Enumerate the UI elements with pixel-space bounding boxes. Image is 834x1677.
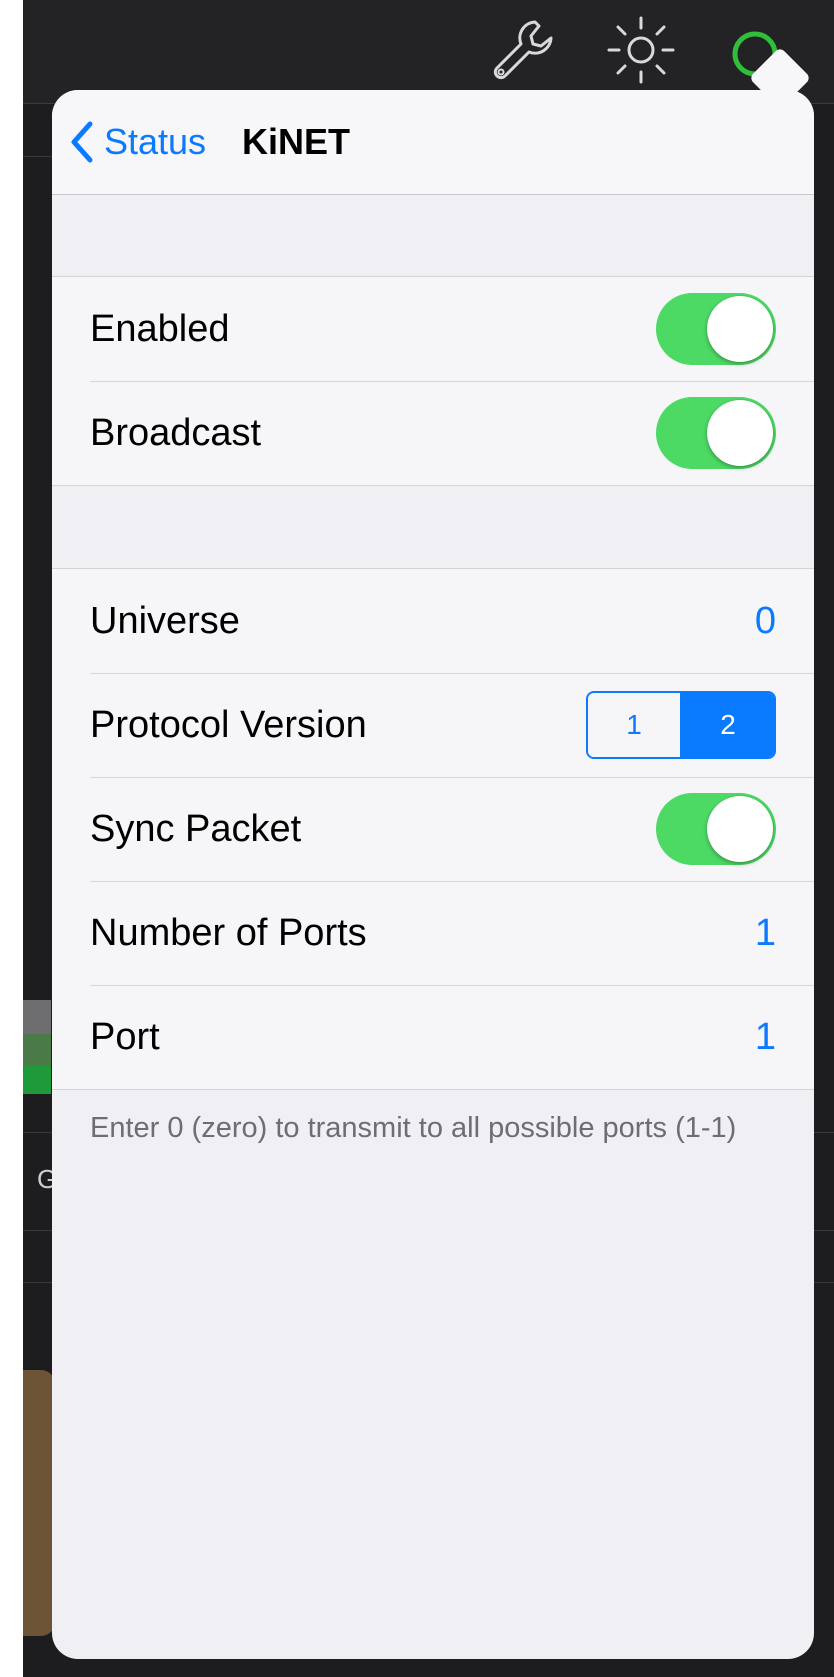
setting-row-enabled: Enabled (52, 277, 814, 381)
back-button-label: Status (104, 121, 207, 162)
setting-row-port[interactable]: Port 1 (52, 985, 814, 1089)
broadcast-label: Broadcast (90, 411, 262, 454)
chevron-left-icon (71, 121, 93, 163)
settings-section-general: Enabled Broadcast (52, 276, 814, 486)
sync-packet-toggle[interactable] (656, 793, 776, 865)
toggle-knob (707, 400, 773, 466)
broadcast-toggle[interactable] (656, 397, 776, 469)
wrench-icon[interactable] (483, 8, 567, 92)
universe-value[interactable]: 0 (755, 600, 776, 643)
number-of-ports-label: Number of Ports (90, 911, 367, 954)
background-level-meter (23, 1034, 51, 1066)
port-label: Port (90, 1015, 160, 1058)
protocol-version-label: Protocol Version (90, 703, 367, 746)
navigation-bar: KiNET Status (52, 90, 814, 195)
enabled-label: Enabled (90, 307, 230, 350)
protocol-version-option-1[interactable]: 1 (588, 693, 680, 757)
settings-section-protocol: Universe 0 Protocol Version 1 2 Sync Pac… (52, 568, 814, 1090)
back-button[interactable]: Status (70, 112, 206, 172)
background-level-meter (23, 1000, 51, 1034)
setting-row-broadcast: Broadcast (52, 381, 814, 485)
toggle-knob (707, 796, 773, 862)
background-panel (23, 1370, 55, 1636)
protocol-version-option-2[interactable]: 2 (680, 693, 774, 757)
enabled-toggle[interactable] (656, 293, 776, 365)
setting-row-protocol-version: Protocol Version 1 2 (52, 673, 814, 777)
app-toolbar (23, 0, 834, 104)
page-title-text: KiNET (242, 121, 350, 162)
port-value[interactable]: 1 (755, 1016, 776, 1059)
number-of-ports-value[interactable]: 1 (755, 912, 776, 955)
sun-icon[interactable] (599, 8, 683, 92)
setting-row-universe[interactable]: Universe 0 (52, 569, 814, 673)
universe-label: Universe (90, 599, 240, 642)
setting-row-number-of-ports[interactable]: Number of Ports 1 (52, 881, 814, 985)
kinet-popover: KiNET Status Enabled Broadcast Universe … (52, 90, 814, 1659)
background-level-meter (23, 1066, 51, 1094)
setting-row-sync-packet: Sync Packet (52, 777, 814, 881)
section-footer-note: Enter 0 (zero) to transmit to all possib… (90, 1112, 737, 1144)
sync-packet-label: Sync Packet (90, 807, 302, 850)
protocol-version-segmented-control[interactable]: 1 2 (586, 691, 776, 759)
toggle-knob (707, 296, 773, 362)
